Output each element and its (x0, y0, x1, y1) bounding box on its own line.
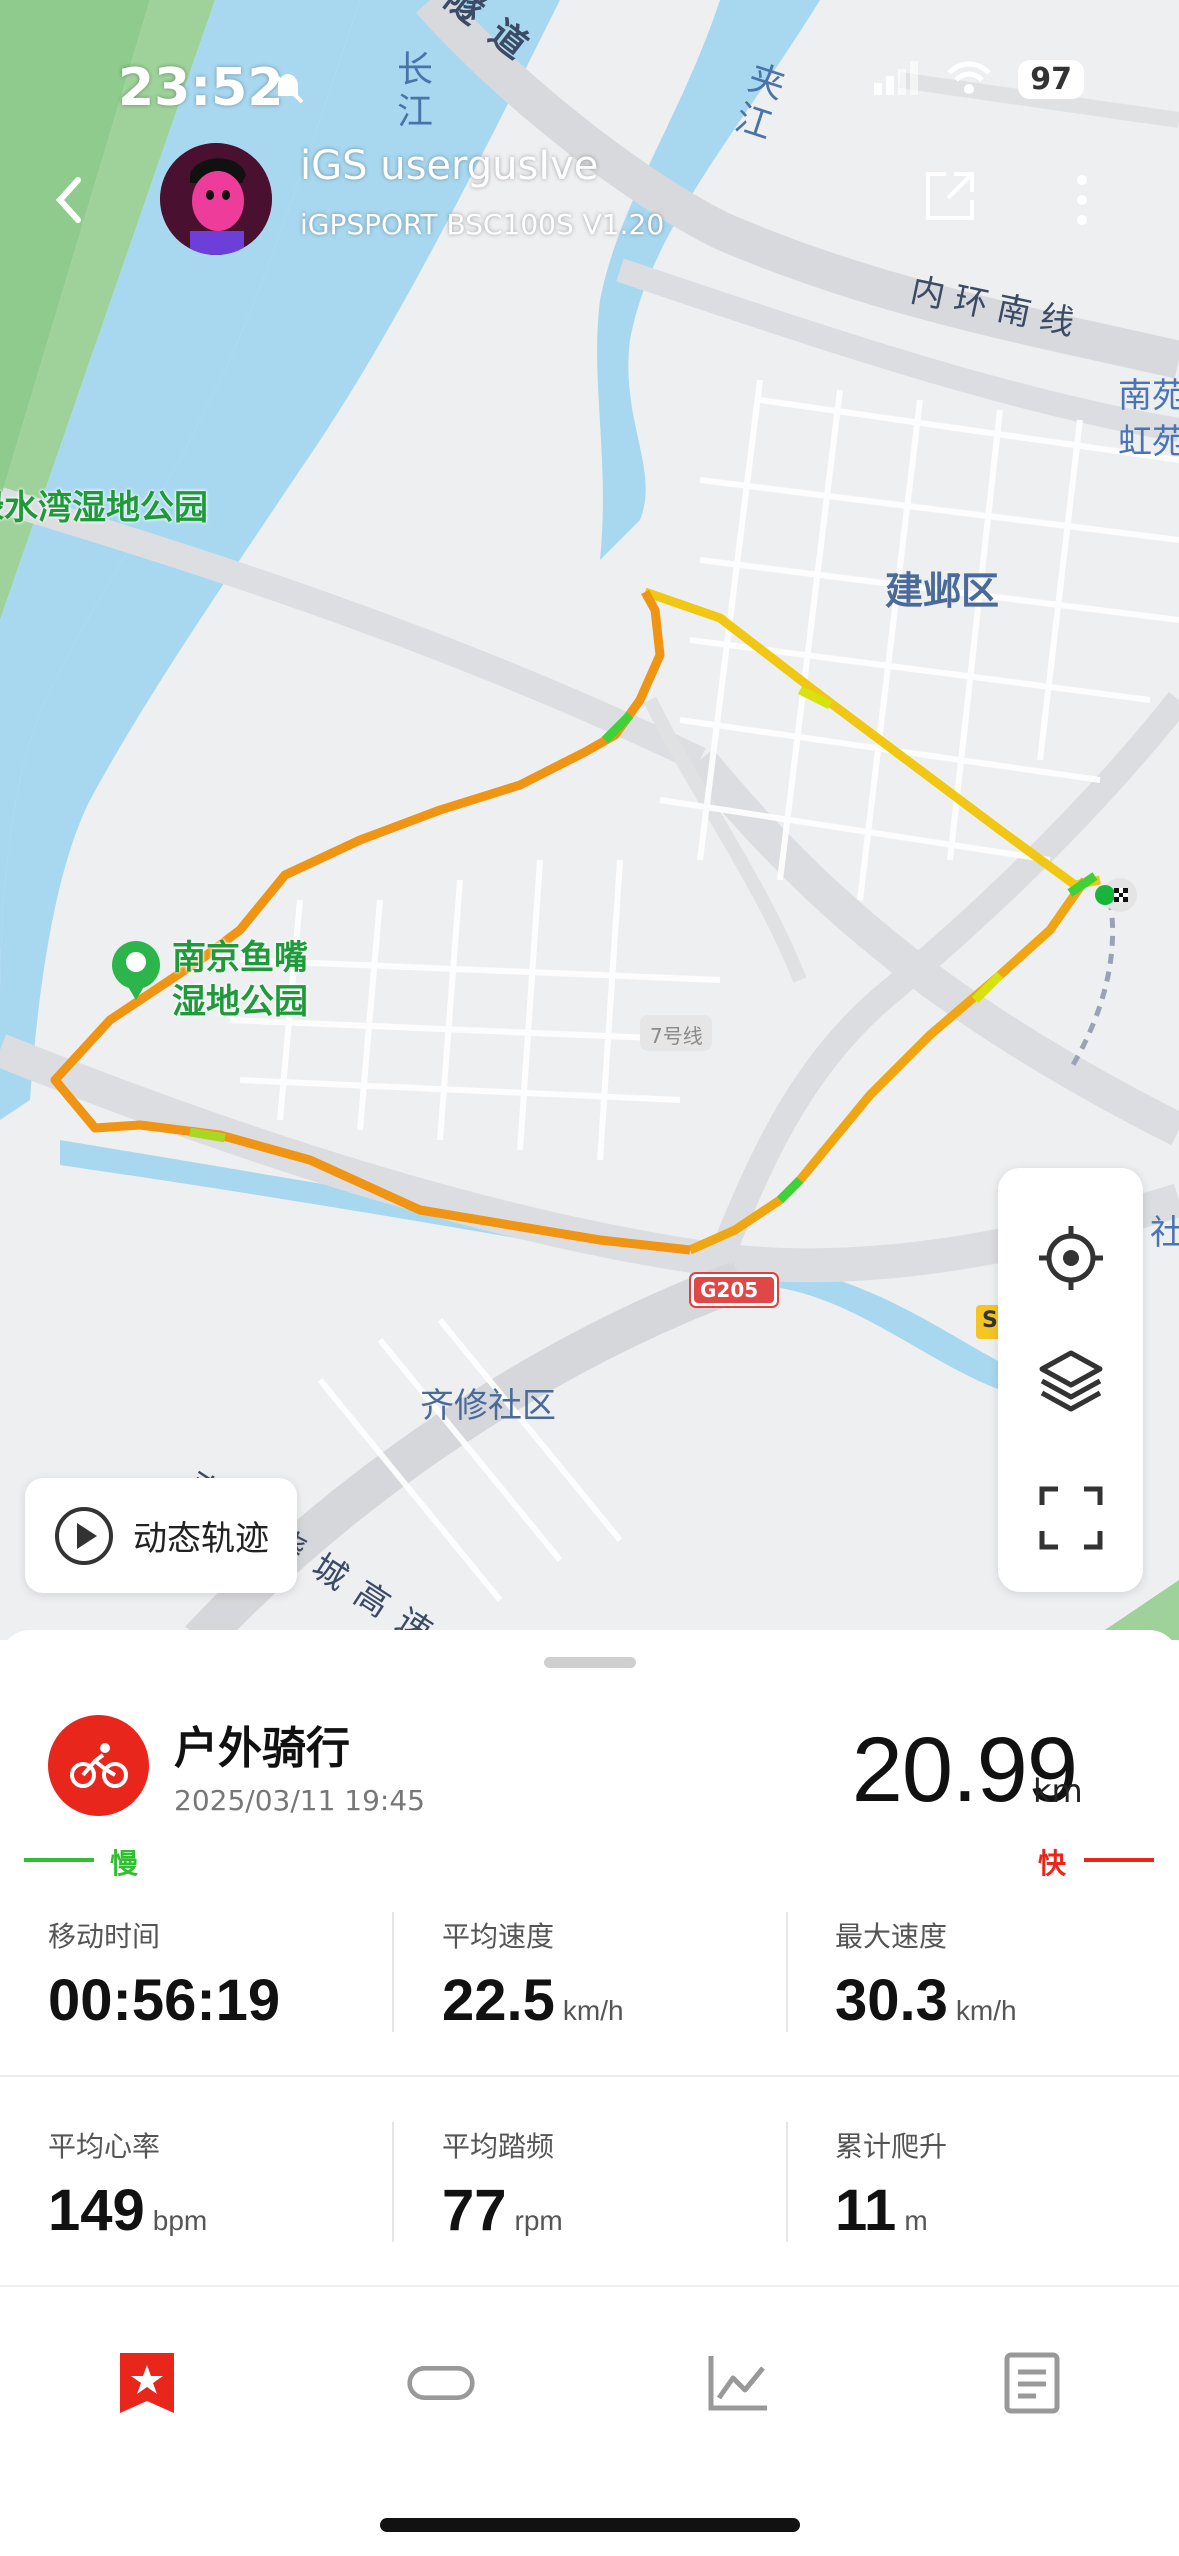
more-options-button[interactable] (1072, 170, 1092, 234)
chevron-left-icon (55, 177, 81, 223)
stat-label: 平均心率 (48, 2130, 161, 2163)
speed-legend-bar (24, 1858, 1154, 1862)
map-label-line7: 7号线 (650, 1024, 703, 1048)
stat-label: 平均踏频 (442, 2130, 555, 2163)
divider (392, 1912, 394, 2032)
share-button[interactable] (922, 168, 978, 224)
locate-icon (1038, 1226, 1103, 1290)
row-divider (0, 2075, 1179, 2077)
line-chart-icon (708, 2356, 767, 2411)
stat-unit: bpm (152, 2205, 208, 2236)
cellular-icon (874, 60, 920, 99)
map-label-partial: 社 (1150, 1213, 1179, 1253)
share-icon (926, 172, 974, 220)
sheet-drag-handle[interactable] (544, 1657, 636, 1668)
avatar[interactable] (160, 143, 272, 255)
stat-value: 149 (48, 2178, 145, 2243)
stat-avg-cadence: 平均踏频 77 rpm (442, 2125, 563, 2244)
back-button[interactable] (48, 170, 88, 230)
stat-label: 最大速度 (835, 1920, 948, 1953)
divider (786, 1912, 788, 2032)
stat-unit: rpm (514, 2205, 563, 2236)
speed-legend-fast: 快 (1038, 1847, 1067, 1880)
stat-value: 00:56:19 (48, 1968, 281, 2033)
map-label-nanyuan: 南苑 (1118, 376, 1179, 416)
activity-datetime: 2025/03/11 19:45 (174, 1784, 425, 1817)
wifi-icon (946, 61, 992, 99)
status-time: 23:52 (118, 58, 284, 118)
stat-value: 77 (442, 2178, 507, 2243)
tab-overview[interactable] (112, 2348, 182, 2418)
stat-moving-time: 移动时间 00:56:19 (48, 1915, 288, 2034)
map-label-s-shield: S (982, 1308, 998, 1333)
replay-track-button[interactable]: 动态轨迹 (25, 1478, 297, 1593)
map-label-yuzui-park-2: 湿地公园 (172, 982, 308, 1022)
replay-track-label: 动态轨迹 (133, 1519, 269, 1559)
stat-avg-heart-rate: 平均心率 149 bpm (48, 2125, 207, 2244)
map-label-changjiang: 长江 (391, 50, 432, 134)
document-icon (1004, 2352, 1060, 2414)
stat-value: 30.3 (835, 1968, 948, 2033)
play-circle-icon (55, 1506, 113, 1565)
bell-slash-icon (268, 68, 308, 112)
stat-avg-speed: 平均速度 22.5 km/h (442, 1915, 624, 2034)
home-indicator (380, 2518, 800, 2532)
locate-button[interactable] (998, 1198, 1143, 1318)
speed-legend-slow: 慢 (110, 1847, 139, 1880)
map-label-qixiu: 齐修社区 (420, 1386, 556, 1426)
layers-button[interactable] (998, 1320, 1143, 1440)
map-label-hongyuan: 虹苑 (1118, 422, 1179, 462)
stat-unit: km/h (562, 1995, 624, 2026)
activity-type-badge (48, 1715, 149, 1816)
tab-charts[interactable] (703, 2348, 773, 2418)
loop-icon (407, 2365, 475, 2401)
fullscreen-icon (1039, 1486, 1102, 1550)
stat-label: 平均速度 (442, 1920, 555, 1953)
tab-details[interactable] (997, 2348, 1067, 2418)
star-bookmark-icon (120, 2353, 174, 2413)
distance-unit: km (1033, 1772, 1083, 1810)
stat-unit: m (904, 2205, 928, 2236)
divider (786, 2122, 788, 2242)
map-label-lvshuiwan-park: 绿水湾湿地公园 (0, 488, 208, 528)
user-name: iGS usergusIve (300, 143, 599, 189)
stat-elevation-gain: 累计爬升 11 m (835, 2125, 947, 2244)
map-view[interactable]: 隧道 长江 夹江 内环南线 南苑 虹苑 绿水湾湿地公园 建邺区 南京鱼嘴 湿地公… (0, 0, 1179, 1640)
cycling-icon (69, 1742, 128, 1788)
stat-unit: km/h (955, 1995, 1017, 2026)
divider (392, 2122, 394, 2242)
layers-icon (1039, 1350, 1102, 1412)
activity-title: 户外骑行 (174, 1723, 350, 1774)
more-vertical-icon (1077, 175, 1087, 225)
battery-indicator: 97 (1018, 60, 1084, 99)
map-label-jianye: 建邺区 (885, 569, 1000, 613)
map-label-g205: G205 (700, 1278, 759, 1302)
stat-value: 22.5 (442, 1968, 555, 2033)
device-name: iGPSPORT BSC100S V1.20 (300, 208, 665, 241)
stat-label: 移动时间 (48, 1920, 161, 1953)
stat-label: 累计爬升 (835, 2130, 948, 2163)
tab-laps[interactable] (406, 2348, 476, 2418)
map-controls (998, 1168, 1143, 1592)
stat-value: 11 (835, 2178, 897, 2243)
row-divider (0, 2285, 1179, 2287)
map-label-yuzui-park-1: 南京鱼嘴 (172, 938, 308, 978)
fullscreen-button[interactable] (998, 1458, 1143, 1578)
stat-max-speed: 最大速度 30.3 km/h (835, 1915, 1017, 2034)
